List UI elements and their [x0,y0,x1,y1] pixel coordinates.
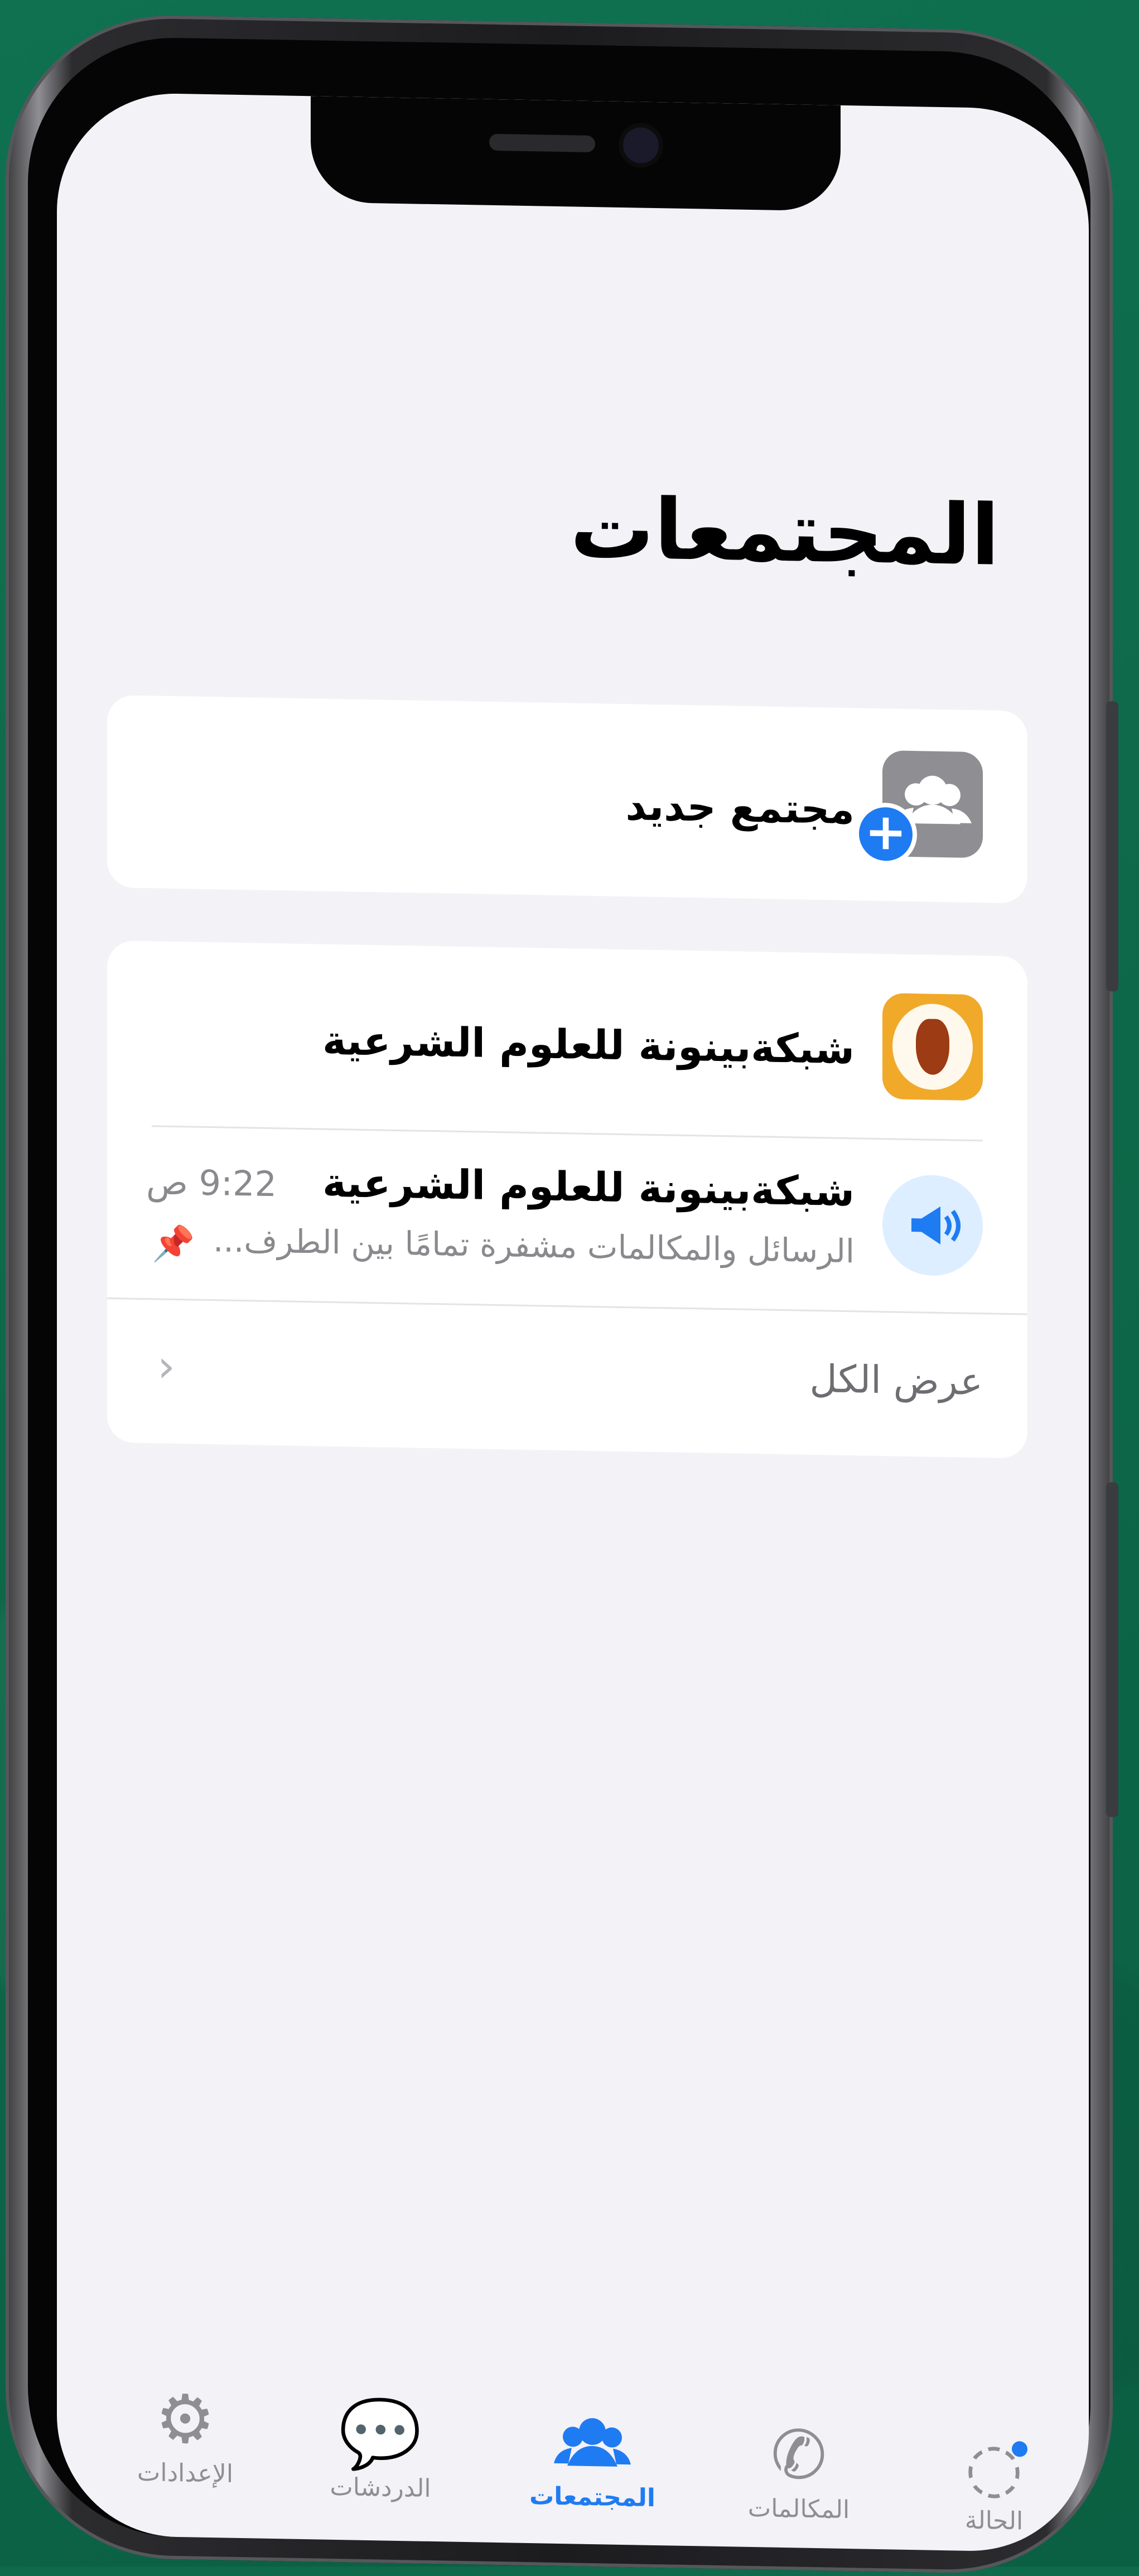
screen: المجتمعات + مجتمع جديد شبكةبينونة للعلوم… [57,91,1089,2553]
view-all-link[interactable]: عرض الكل [809,1357,983,1404]
tab-label: الإعدادات [137,2458,234,2488]
settings-icon: ⚙ [155,2380,215,2459]
chats-icon: 💬 [339,2395,422,2474]
announcement-title[interactable]: شبكةبينونة للعلوم الشرعية [322,1159,855,1215]
new-community-icon: + [855,750,983,866]
tab-chats[interactable]: 💬 الدردشات [308,2394,453,2503]
status-icon: ◌ [964,2428,1024,2507]
tab-label: الدردشات [330,2472,431,2503]
tab-label: المجتمعات [529,2482,655,2513]
tab-settings[interactable]: ⚙ الإعدادات [113,2380,258,2489]
power-button [1106,701,1118,992]
community-card: شبكةبينونة للعلوم الشرعية شبكةبينونة للع… [107,940,1027,1459]
phone-icon: ✆ [770,2416,827,2495]
community-logo[interactable] [882,993,983,1101]
tab-bar: ◌ الحالة ✆ المكالمات المجتمعات 💬 الدردشا… [57,2373,1089,2553]
logo-emblem [916,1019,949,1075]
page-title: المجتمعات [570,480,1000,585]
new-community-button[interactable]: + مجتمع جديد [107,694,1027,904]
new-community-label: مجتمع جديد [625,782,855,833]
add-plus-icon: + [855,802,917,866]
status-dot [1012,2441,1027,2457]
divider [107,1297,1027,1315]
divider [152,1125,983,1142]
tab-communities[interactable]: المجتمعات [520,2404,665,2513]
announcement-preview: الرسائل والمكالمات مشفرة تمامًا بين الطر… [213,1221,855,1271]
chevron-left-icon: ‹ [157,1340,175,1392]
megaphone-glyph [911,1206,961,1244]
announcement-time: 9:22 ص [146,1161,277,1205]
megaphone-icon [882,1174,983,1277]
volume-button [1106,1482,1118,1817]
notch [311,96,841,211]
tab-status[interactable]: ◌ الحالة [921,2427,1066,2536]
communities-icon [520,2404,665,2485]
communities-glyph [554,2418,631,2467]
tab-calls[interactable]: ✆ المكالمات [726,2415,871,2525]
phone-frame: المجتمعات + مجتمع جديد شبكةبينونة للعلوم… [6,12,1118,2576]
speaker-grille [489,133,595,153]
community-name[interactable]: شبكةبينونة للعلوم الشرعية [322,1017,855,1073]
front-camera [623,127,659,164]
pin-icon: 📌 [152,1223,195,1265]
tab-label: المكالمات [747,2493,850,2525]
tab-label: الحالة [964,2506,1024,2536]
